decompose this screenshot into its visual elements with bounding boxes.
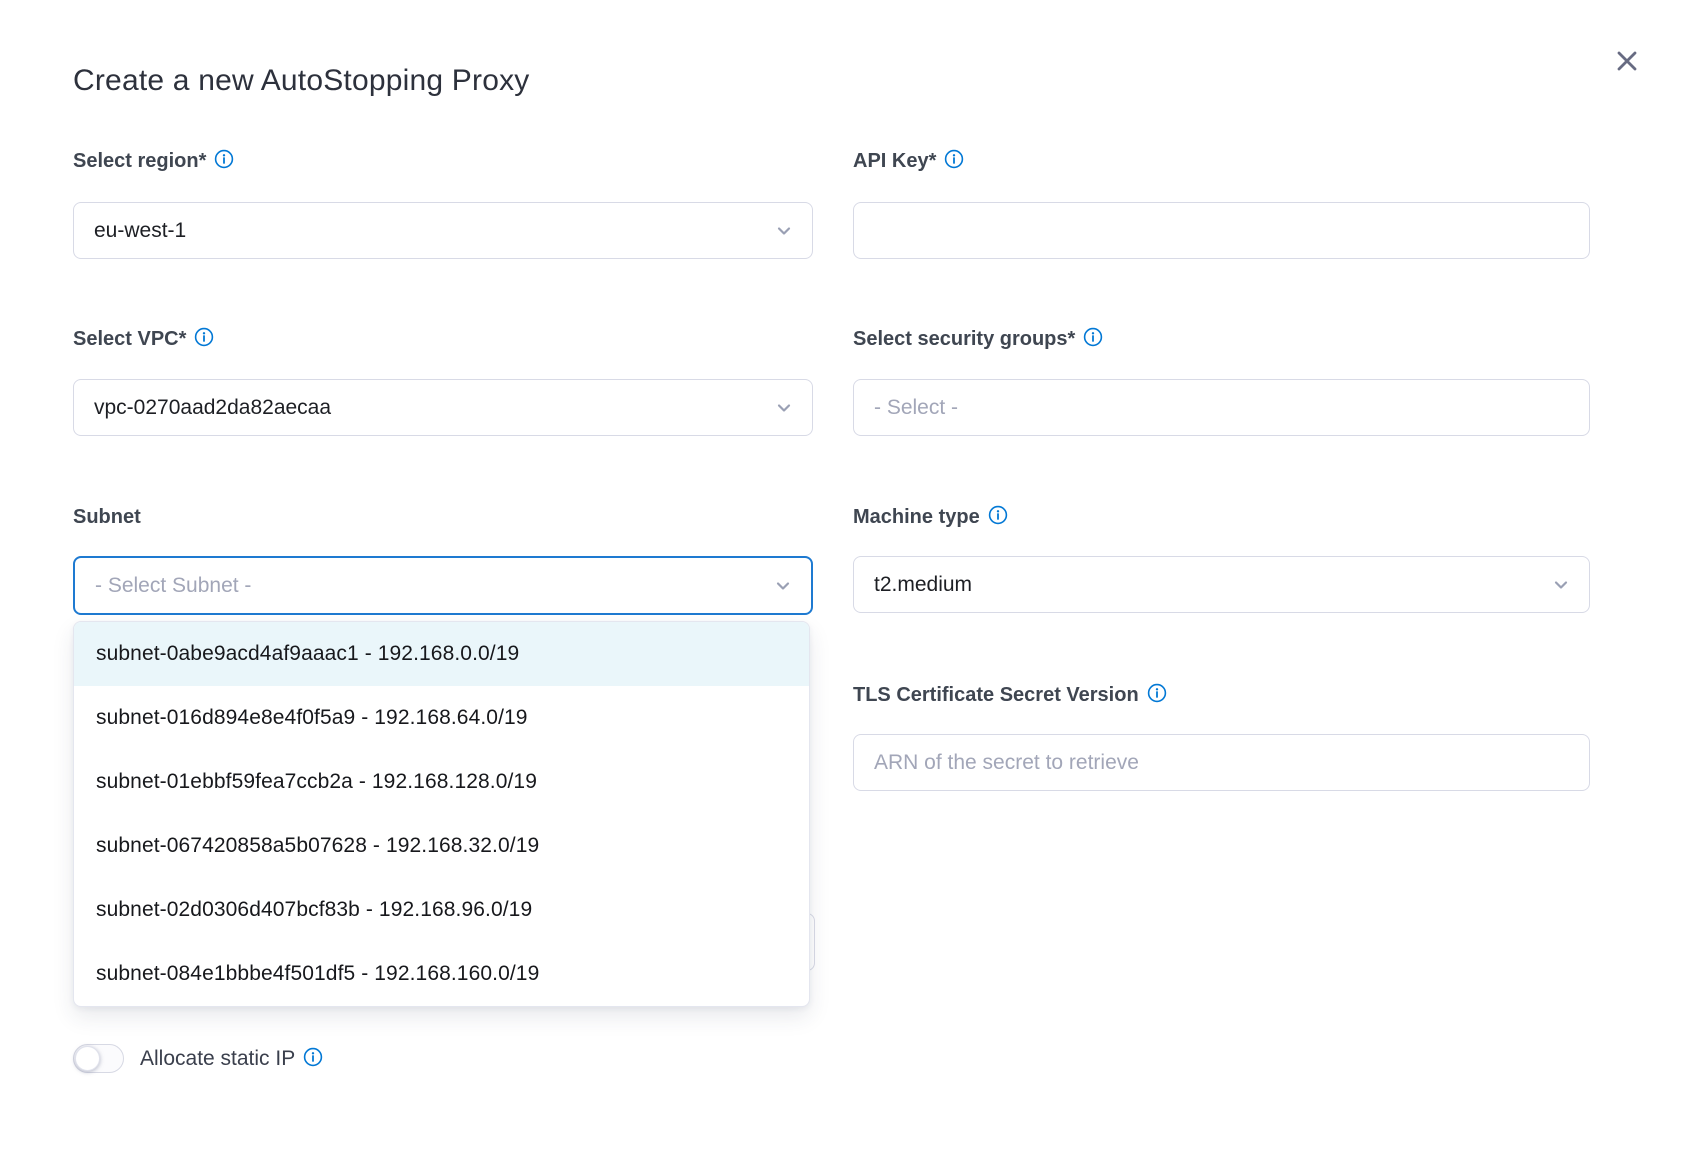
region-select[interactable]: eu-west-1 bbox=[73, 202, 813, 259]
create-autostopping-proxy-dialog: Create a new AutoStopping Proxy Select r… bbox=[0, 0, 1700, 1168]
subnet-dropdown-menu: subnet-0abe9acd4af9aaac1 - 192.168.0.0/1… bbox=[73, 621, 810, 1007]
subnet-option[interactable]: subnet-016d894e8e4f0f5a9 - 192.168.64.0/… bbox=[74, 686, 809, 750]
security-groups-select[interactable]: - Select - bbox=[853, 379, 1590, 436]
info-icon[interactable] bbox=[194, 327, 214, 347]
subnet-option[interactable]: subnet-084e1bbbe4f501df5 - 192.168.160.0… bbox=[74, 942, 809, 1006]
subnet-option[interactable]: subnet-067420858a5b07628 - 192.168.32.0/… bbox=[74, 814, 809, 878]
info-icon[interactable] bbox=[303, 1047, 323, 1067]
close-button[interactable] bbox=[1606, 40, 1648, 82]
subnet-select[interactable]: - Select Subnet - bbox=[73, 556, 813, 615]
chevron-down-icon bbox=[1551, 575, 1571, 595]
info-icon[interactable] bbox=[1083, 327, 1103, 347]
security-groups-label: Select security groups* bbox=[853, 328, 1103, 351]
dialog-title: Create a new AutoStopping Proxy bbox=[73, 64, 529, 98]
info-icon[interactable] bbox=[988, 505, 1008, 525]
subnet-option[interactable]: subnet-02d0306d407bcf83b - 192.168.96.0/… bbox=[74, 878, 809, 942]
chevron-down-icon bbox=[773, 576, 793, 596]
info-icon[interactable] bbox=[1147, 683, 1167, 703]
subnet-label: Subnet bbox=[73, 506, 141, 529]
machine-type-label: Machine type bbox=[853, 506, 1008, 529]
vpc-select[interactable]: vpc-0270aad2da82aecaa bbox=[73, 379, 813, 436]
close-icon bbox=[1612, 46, 1642, 76]
chevron-down-icon bbox=[774, 221, 794, 241]
info-icon[interactable] bbox=[944, 149, 964, 169]
region-label: Select region* bbox=[73, 150, 234, 173]
machine-type-select[interactable]: t2.medium bbox=[853, 556, 1590, 613]
toggle-knob bbox=[75, 1046, 100, 1071]
tls-secret-label: TLS Certificate Secret Version bbox=[853, 684, 1167, 707]
allocate-static-ip-toggle[interactable] bbox=[73, 1044, 124, 1073]
api-key-input[interactable] bbox=[853, 202, 1590, 259]
subnet-option[interactable]: subnet-01ebbf59fea7ccb2a - 192.168.128.0… bbox=[74, 750, 809, 814]
vpc-label: Select VPC* bbox=[73, 328, 214, 351]
tls-secret-input[interactable] bbox=[853, 734, 1590, 791]
allocate-static-ip-row: Allocate static IP bbox=[73, 1044, 323, 1073]
info-icon[interactable] bbox=[214, 149, 234, 169]
chevron-down-icon bbox=[774, 398, 794, 418]
allocate-static-ip-label: Allocate static IP bbox=[140, 1047, 323, 1071]
api-key-label: API Key* bbox=[853, 150, 964, 173]
subnet-option[interactable]: subnet-0abe9acd4af9aaac1 - 192.168.0.0/1… bbox=[74, 622, 809, 686]
